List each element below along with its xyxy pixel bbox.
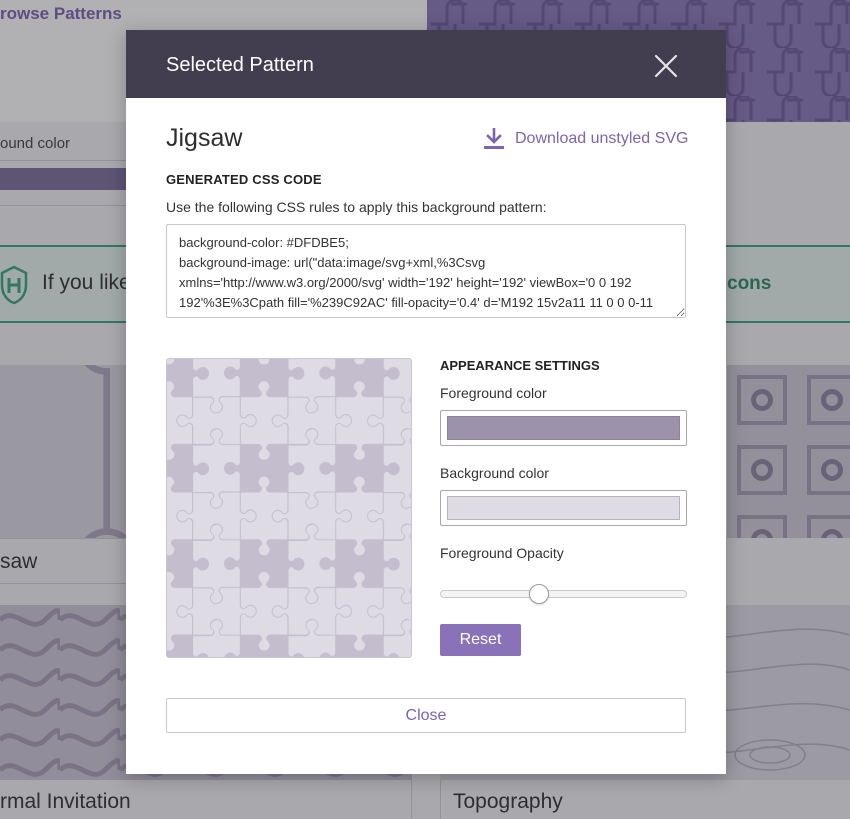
foreground-opacity-label: Foreground Opacity	[440, 545, 564, 561]
close-icon[interactable]	[652, 52, 680, 80]
jigsaw-preview-image	[167, 359, 411, 657]
close-button[interactable]: Close	[166, 698, 686, 733]
background-color-picker[interactable]	[440, 490, 687, 526]
pattern-name: Jigsaw	[166, 124, 243, 152]
css-code-description: Use the following CSS rules to apply thi…	[166, 199, 547, 215]
download-svg-link[interactable]: Download unstyled SVG	[483, 128, 688, 150]
background-color-label: Background color	[440, 465, 549, 481]
appearance-settings-heading: APPEARANCE SETTINGS	[440, 358, 600, 373]
reset-button[interactable]: Reset	[440, 624, 521, 656]
modal-title: Selected Pattern	[166, 54, 314, 76]
css-code-heading: GENERATED CSS CODE	[166, 172, 322, 187]
selected-pattern-modal: Selected Pattern Jigsaw Download unstyle…	[126, 30, 726, 774]
modal-header: Selected Pattern	[126, 30, 726, 98]
opacity-slider-thumb[interactable]	[528, 584, 549, 604]
opacity-slider-track[interactable]	[440, 590, 687, 598]
download-icon	[484, 128, 504, 149]
download-label: Download unstyled SVG	[515, 130, 689, 147]
foreground-color-swatch	[447, 416, 680, 440]
css-code-textarea[interactable]: background-color: #DFDBE5; background-im…	[166, 224, 686, 318]
pattern-preview	[166, 358, 412, 658]
foreground-color-picker[interactable]	[440, 410, 687, 446]
foreground-color-label: Foreground color	[440, 385, 547, 401]
background-color-swatch	[447, 496, 680, 520]
